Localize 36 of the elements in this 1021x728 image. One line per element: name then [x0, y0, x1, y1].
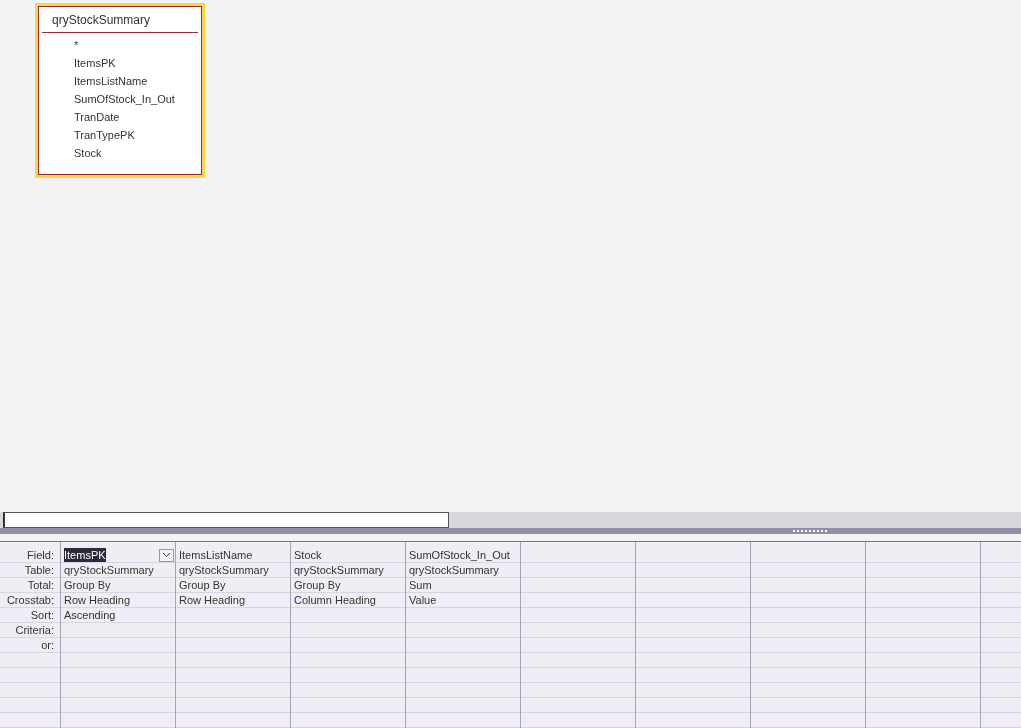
- field-cell[interactable]: ItemsListName: [175, 548, 290, 563]
- grid-cell-text: Group By: [179, 578, 226, 593]
- field-list-item[interactable]: SumOfStock_In_Out: [74, 90, 198, 108]
- grid-cell-text: Ascending: [64, 608, 116, 623]
- grid-cell-text: qryStockSummary: [294, 563, 384, 578]
- grid-cell-text: Row Heading: [64, 593, 131, 608]
- dropdown-button[interactable]: [159, 549, 174, 562]
- field-list-item[interactable]: ItemsListName: [74, 72, 198, 90]
- field-list-item[interactable]: *: [74, 36, 198, 54]
- row-label: Total:: [26, 578, 55, 593]
- grid-cell-text: Group By: [64, 578, 111, 593]
- grid-cell-text: Row Heading: [179, 593, 246, 608]
- row-label: or:: [40, 638, 55, 653]
- row-label: Sort:: [29, 608, 55, 623]
- grid-cell-text: Column Heading: [294, 593, 376, 608]
- field-cell[interactable]: ItemsPK: [60, 548, 175, 563]
- field-cell[interactable]: SumOfStock_In_Out: [405, 548, 520, 563]
- row-label: Criteria:: [14, 623, 55, 638]
- grid-cell-text: Group By: [294, 578, 341, 593]
- row-label: Field:: [26, 548, 55, 563]
- grid-cell-text: qryStockSummary: [64, 563, 154, 578]
- row-label: Table:: [23, 563, 55, 578]
- row-label: Crosstab:: [5, 593, 55, 608]
- grid-cell-text: qryStockSummary: [409, 563, 499, 578]
- table-title: qryStockSummary: [42, 7, 198, 33]
- chevron-down-icon: [162, 552, 171, 559]
- field-list-item[interactable]: TranDate: [74, 108, 198, 126]
- grid-cell-text: Value: [409, 593, 437, 608]
- field-cell[interactable]: Stock: [290, 548, 405, 563]
- table-field-list[interactable]: qryStockSummary * ItemsPK ItemsListName SumOfStock_In_Out TranDate TranTypePK Stock: [35, 3, 205, 178]
- grid-cell-text: qryStockSummary: [179, 563, 269, 578]
- field-list-item[interactable]: ItemsPK: [74, 54, 198, 72]
- scrollbar-thumb[interactable]: [3, 512, 449, 528]
- field-list-item[interactable]: Stock: [74, 144, 198, 162]
- field-list-item[interactable]: TranTypePK: [74, 126, 198, 144]
- grid-cell-text: Sum: [409, 578, 432, 593]
